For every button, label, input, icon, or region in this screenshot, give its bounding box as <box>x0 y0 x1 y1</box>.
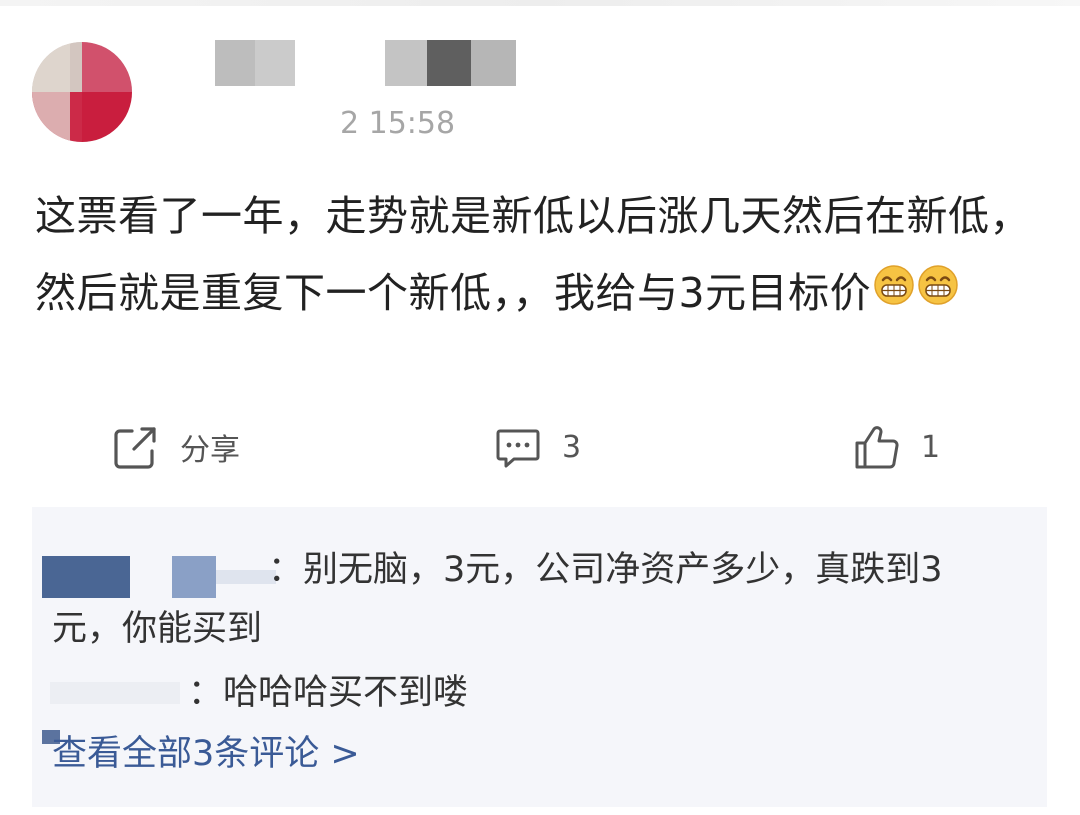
post-timestamp: 2 15:58 <box>340 106 456 141</box>
comment-text: ：别无脑，3元，公司净资产多少，真跌到3 <box>268 550 943 590</box>
like-count: 1 <box>921 429 941 465</box>
commenter-name-mosaic[interactable] <box>172 556 216 598</box>
mosaic-block <box>427 40 471 86</box>
post-body: 这票看了一年，走势就是新低以后涨几天然后在新低，然后就是重复下一个新低，，我给与… <box>35 176 1060 330</box>
top-divider <box>0 0 1080 6</box>
commenter-name-mosaic <box>216 570 276 584</box>
page: 2 15:58 这票看了一年，走势就是新低以后涨几天然后在新低，然后就是重复下一… <box>0 0 1080 815</box>
mosaic-block <box>385 40 427 86</box>
username-mosaic[interactable] <box>215 40 520 86</box>
mosaic-block <box>255 40 295 86</box>
avatar-pixel <box>82 42 132 92</box>
avatar-fade <box>32 42 70 142</box>
comment-text-continued: 元，你能买到 <box>52 609 263 649</box>
mosaic-block <box>215 40 255 86</box>
avatar[interactable] <box>32 42 132 142</box>
grinning-face-icon <box>874 265 914 305</box>
view-all-comments-link[interactable]: 查看全部3条评论 > <box>52 731 360 777</box>
commenter-name-mosaic[interactable] <box>50 682 180 704</box>
reply-text: ：哈哈哈买不到喽 <box>188 673 469 713</box>
avatar-pixel <box>82 92 132 142</box>
share-button[interactable]: 分享 <box>112 420 240 474</box>
comment-icon <box>496 429 540 468</box>
grinning-face-icon <box>918 265 958 305</box>
like-button[interactable]: 1 <box>853 420 940 474</box>
commenter-name-mosaic[interactable] <box>42 556 130 598</box>
mosaic-block <box>471 40 516 86</box>
comment-count: 3 <box>562 429 582 465</box>
share-label: 分享 <box>180 433 240 468</box>
thumbs-up-icon <box>855 426 899 469</box>
share-icon <box>114 427 156 469</box>
comment-button[interactable]: 3 <box>494 420 581 474</box>
